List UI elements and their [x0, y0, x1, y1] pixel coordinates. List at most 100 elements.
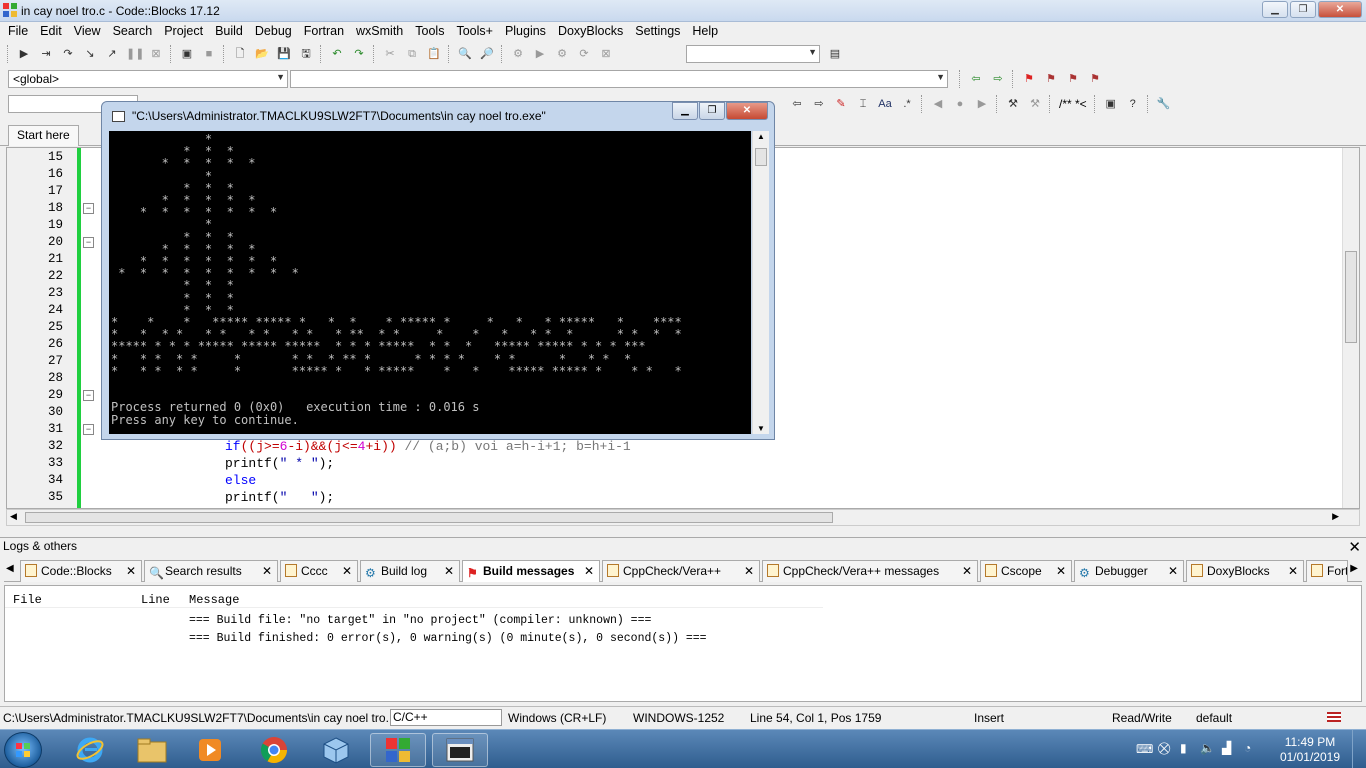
scrollbar-thumb[interactable] — [1345, 251, 1357, 343]
stop-debug-icon[interactable]: ⊠ — [148, 46, 164, 62]
console-maximize-button[interactable]: ❐ — [699, 102, 725, 120]
tab-codeblocks[interactable]: Code::Blocks ✕ — [20, 560, 142, 582]
column-header-message[interactable]: Message — [189, 593, 239, 607]
close-icon[interactable]: ✕ — [1168, 564, 1178, 578]
info-icon[interactable]: ■ — [201, 46, 217, 62]
fold-toggle-icon[interactable]: − — [83, 424, 94, 435]
fold-toggle-icon[interactable]: − — [83, 237, 94, 248]
close-button[interactable]: ✕ — [1318, 1, 1362, 18]
target-options-icon[interactable]: ▤ — [827, 46, 843, 62]
next-bookmark-icon[interactable]: ⚑ — [1065, 71, 1081, 87]
clear-bookmarks-icon[interactable]: ⚑ — [1087, 71, 1103, 87]
clock[interactable]: 11:49 PM 01/01/2019 — [1280, 735, 1340, 765]
taskbar-console[interactable] — [432, 733, 488, 767]
taskbar-ie[interactable] — [62, 733, 118, 767]
build-gear-icon[interactable]: ⚙ — [510, 46, 526, 62]
tab-fortran[interactable]: Fort — [1306, 560, 1348, 582]
abort-icon[interactable]: ⊠ — [598, 46, 614, 62]
new-file-icon[interactable]: 🗋 — [232, 46, 248, 62]
clock-sync-icon[interactable]: ◔ — [1244, 741, 1251, 755]
prev-bookmark-icon[interactable]: ⚑ — [1043, 71, 1059, 87]
tabs-scroll-right-icon[interactable]: ▶ — [1350, 563, 1358, 574]
arrow-right-icon[interactable]: ⇨ — [811, 96, 827, 112]
close-icon[interactable]: ✕ — [1056, 564, 1066, 578]
menu-plugins[interactable]: Plugins — [499, 22, 552, 41]
pause-icon[interactable]: ❚❚ — [126, 46, 144, 62]
replace-icon[interactable]: 🔎 — [479, 46, 495, 62]
editor-horizontal-scrollbar[interactable]: ◀ ▶ — [6, 509, 1360, 526]
breakpoint-icon[interactable]: ● — [952, 96, 968, 112]
menu-settings[interactable]: Settings — [629, 22, 686, 41]
step-into-icon[interactable]: ↘ — [82, 46, 98, 62]
column-header-line[interactable]: Line — [141, 593, 170, 607]
close-icon[interactable]: ✕ — [584, 564, 594, 578]
close-icon[interactable]: ✕ — [962, 564, 972, 578]
next-line-icon[interactable]: ↷ — [60, 46, 76, 62]
editor-vertical-scrollbar[interactable] — [1342, 148, 1359, 508]
scrollbar-thumb[interactable] — [25, 512, 833, 523]
tab-search-results[interactable]: 🔍Search results ✕ — [144, 560, 278, 582]
keyboard-icon[interactable]: ⌨ — [1136, 742, 1153, 756]
match-case-icon[interactable]: Aa — [877, 96, 893, 112]
build-run-icon[interactable]: ⚙ — [554, 46, 570, 62]
doxy-comment-button[interactable]: /** *< — [1059, 97, 1087, 111]
scroll-up-icon[interactable]: ▲ — [757, 132, 765, 141]
step-out-icon[interactable]: ↗ — [104, 46, 120, 62]
doxy-wizard-icon[interactable]: ⚒ — [1005, 96, 1021, 112]
undo-icon[interactable]: ↶ — [329, 46, 345, 62]
menu-tools[interactable]: Tools — [409, 22, 450, 41]
tab-cppcheck-messages[interactable]: CppCheck/Vera++ messages ✕ — [762, 560, 978, 582]
run-icon[interactable]: ▶ — [532, 46, 548, 62]
tab-doxyblocks[interactable]: DoxyBlocks ✕ — [1186, 560, 1304, 582]
column-header-file[interactable]: File — [13, 593, 42, 607]
wrench-icon[interactable]: 🔧 — [1156, 96, 1172, 112]
chm-help-icon[interactable]: ? — [1125, 96, 1141, 112]
tab-cppcheck[interactable]: CppCheck/Vera++ ✕ — [602, 560, 760, 582]
start-button[interactable] — [4, 732, 42, 768]
scope-combo[interactable]: <global> ▼ — [8, 70, 288, 88]
list-item[interactable]: === Build finished: 0 error(s), 0 warnin… — [189, 632, 707, 645]
save-all-icon[interactable]: 🖫 — [298, 46, 314, 62]
close-icon[interactable]: ✕ — [1288, 564, 1298, 578]
jump-back-icon[interactable]: ⇦ — [968, 71, 984, 87]
jump-forward-icon[interactable]: ⇨ — [990, 71, 1006, 87]
battery-icon[interactable]: ▮ — [1180, 741, 1187, 755]
scroll-left-icon[interactable]: ◀ — [10, 511, 17, 522]
html-docs-icon[interactable]: ▣ — [1103, 96, 1119, 112]
selected-text-icon[interactable]: ⌶ — [855, 96, 871, 112]
fold-toggle-icon[interactable]: − — [83, 203, 94, 214]
close-icon[interactable]: ✕ — [126, 564, 136, 578]
tabs-scroll-left-icon[interactable]: ◀ — [6, 563, 14, 574]
taskbar-codeblocks[interactable] — [370, 733, 426, 767]
regex-icon[interactable]: .* — [899, 96, 915, 112]
console-close-button[interactable]: ✕ — [726, 102, 768, 120]
signal-icon[interactable]: ▟ — [1222, 741, 1231, 755]
menu-doxyblocks[interactable]: DoxyBlocks — [552, 22, 629, 41]
redo-icon[interactable]: ↷ — [351, 46, 367, 62]
debug-run-icon[interactable]: ▶ — [16, 46, 32, 62]
open-folder-icon[interactable]: 📂 — [254, 46, 270, 62]
save-icon[interactable]: 💾 — [276, 46, 292, 62]
close-icon[interactable]: ✕ — [342, 564, 352, 578]
menu-search[interactable]: Search — [107, 22, 159, 41]
menu-file[interactable]: File — [2, 22, 34, 41]
copy-icon[interactable]: ⧉ — [404, 46, 420, 62]
find-icon[interactable]: 🔍 — [457, 46, 473, 62]
menu-build[interactable]: Build — [209, 22, 249, 41]
show-desktop-button[interactable] — [1352, 730, 1366, 768]
console-minimize-button[interactable]: ▁ — [672, 102, 698, 120]
build-target-combo[interactable]: ▼ — [686, 45, 820, 63]
arrow-left-icon[interactable]: ⇦ — [789, 96, 805, 112]
tab-cccc[interactable]: Cccc ✕ — [280, 560, 358, 582]
menu-project[interactable]: Project — [158, 22, 209, 41]
scroll-down-icon[interactable]: ▼ — [757, 424, 765, 433]
menu-debug[interactable]: Debug — [249, 22, 298, 41]
next-breakpoint-icon[interactable]: ▶ — [974, 96, 990, 112]
prev-breakpoint-icon[interactable]: ◀ — [930, 96, 946, 112]
close-icon[interactable]: ✕ — [1348, 538, 1361, 556]
menu-tools-plus[interactable]: Tools+ — [450, 22, 498, 41]
list-item[interactable]: === Build file: "no target" in "no proje… — [189, 614, 651, 627]
menu-wxsmith[interactable]: wxSmith — [350, 22, 409, 41]
console-window[interactable]: "C:\Users\Administrator.TMACLKU9SLW2FT7\… — [101, 101, 775, 440]
fold-toggle-icon[interactable]: − — [83, 390, 94, 401]
